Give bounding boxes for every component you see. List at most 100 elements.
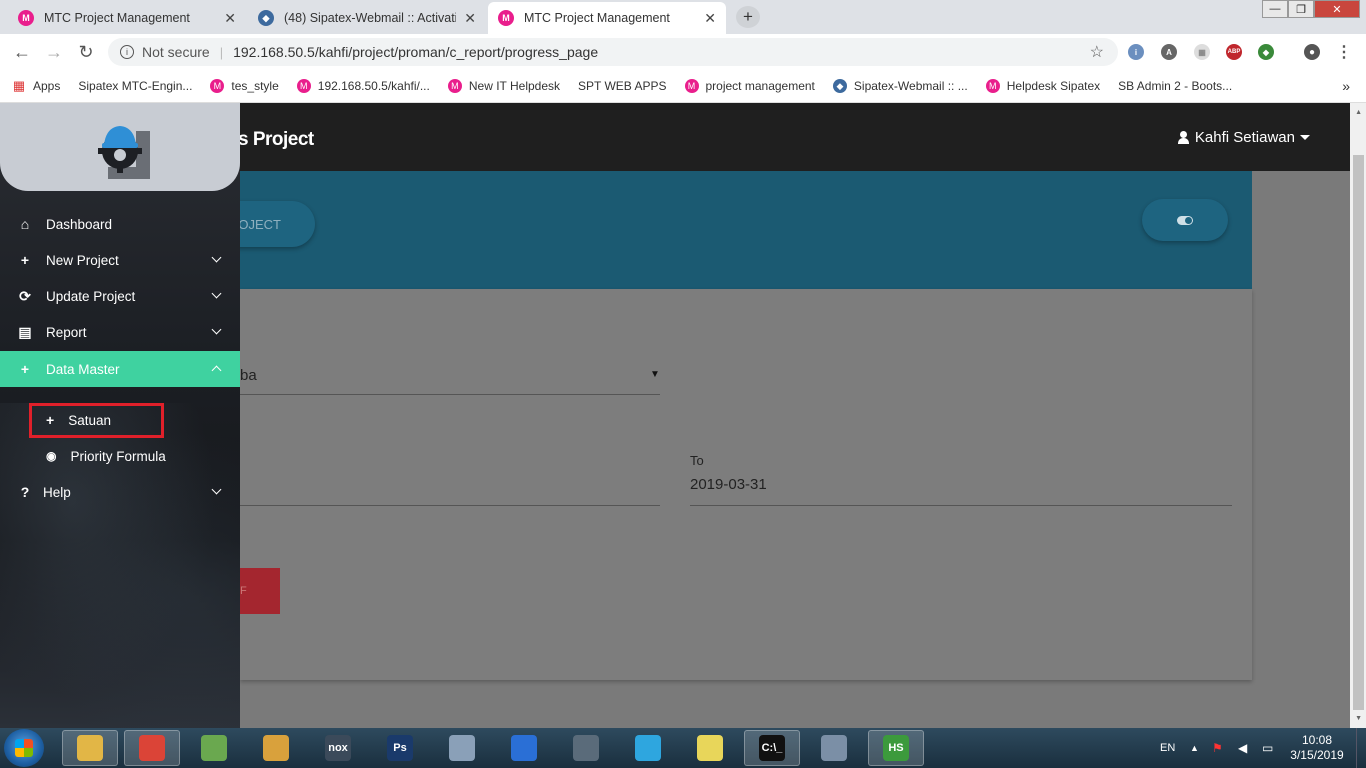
tab-mtc-active[interactable]: M MTC Project Management ✕ — [488, 2, 726, 34]
close-icon[interactable]: ✕ — [704, 10, 716, 27]
sidebar-item-label: Report — [46, 324, 87, 340]
bookmark-label: Helpdesk Sipatex — [1006, 79, 1101, 93]
header-band — [240, 171, 1252, 289]
bookmark-item[interactable]: M New IT Helpdesk — [447, 79, 560, 93]
scroll-thumb[interactable] — [1353, 155, 1364, 710]
clock-date: 3/15/2019 — [1290, 748, 1344, 762]
sidebar-item-new-project[interactable]: + New Project — [0, 242, 240, 278]
taskbar-button[interactable]: nox — [310, 730, 366, 766]
taskbar-button[interactable] — [682, 730, 738, 766]
sidebar-item-data-master[interactable]: + Data Master — [0, 351, 240, 387]
url-text[interactable]: 192.168.50.5/kahfi/project/proman/c_repo… — [233, 44, 598, 60]
bookmark-item[interactable]: M 192.168.50.5/kahfi/... — [296, 79, 430, 93]
chrome-icon — [139, 735, 165, 761]
sidebar-subitem-priority-formula[interactable]: ◉ Priority Formula — [0, 438, 240, 474]
scroll-up-icon[interactable]: ▲ — [1355, 109, 1362, 116]
bookmark-item[interactable]: M Helpdesk Sipatex — [985, 79, 1101, 93]
lock-app-icon — [573, 735, 599, 761]
toggle-pill-button[interactable] — [1142, 199, 1228, 241]
project-select-value[interactable]: ba — [240, 367, 257, 384]
bookmark-label: project management — [705, 79, 815, 93]
taskbar-button[interactable] — [62, 730, 118, 766]
cmd-icon: C:\_ — [759, 735, 785, 761]
menu-kebab-icon[interactable]: ⋮ — [1336, 44, 1352, 61]
file-icon: ▤ — [18, 323, 32, 340]
visual-studio-icon — [511, 735, 537, 761]
back-icon[interactable]: ← — [6, 42, 38, 63]
taskbar-button[interactable] — [806, 730, 862, 766]
taskbar-button[interactable] — [248, 730, 304, 766]
sidebar-item-label: Update Project — [46, 288, 136, 304]
system-clock[interactable]: 10:08 3/15/2019 — [1282, 733, 1352, 763]
sidebar: ⌂ Dashboard + New Project ⟳ Update Proje… — [0, 103, 240, 728]
sidebar-item-help[interactable]: ? Help — [0, 474, 240, 510]
taskbar-button[interactable] — [620, 730, 676, 766]
reload-icon[interactable]: ↻ — [70, 42, 102, 63]
divider: | — [219, 44, 224, 60]
extension-icon[interactable]: ▦ — [1194, 44, 1210, 60]
network-alert-icon[interactable]: ⚑ — [1212, 728, 1223, 768]
bookmark-item[interactable]: Mproject management — [684, 79, 815, 93]
new-tab-button[interactable]: + — [736, 6, 760, 28]
bookmark-apps[interactable]: ▦ Apps — [12, 78, 61, 93]
extension-icon[interactable]: A — [1161, 44, 1177, 60]
sidebar-item-label: Help — [43, 484, 71, 500]
tab-mtc-1[interactable]: M MTC Project Management ✕ — [8, 2, 246, 34]
adblock-icon[interactable]: ABP — [1226, 44, 1242, 60]
address-bar[interactable]: i Not secure | 192.168.50.5/kahfi/projec… — [108, 38, 1118, 66]
chevron-down-icon — [211, 288, 222, 299]
pdf-button[interactable]: F — [240, 568, 280, 614]
tab-webmail[interactable]: ◆ (48) Sipatex-Webmail :: Activation ✕ — [248, 2, 486, 34]
to-date-input[interactable]: 2019-03-31 — [690, 476, 767, 493]
taskbar-button[interactable]: HS — [868, 730, 924, 766]
minimize-button[interactable]: — — [1262, 0, 1288, 18]
taskbar-button[interactable] — [434, 730, 490, 766]
webmail-icon: ◆ — [832, 79, 847, 93]
paint-palette-icon — [821, 735, 847, 761]
taskbar-button[interactable] — [496, 730, 552, 766]
bookmark-item[interactable]: Sipatex MTC-Engin... — [0, 79, 192, 187]
extension-icon[interactable]: i — [1128, 44, 1144, 60]
profile-icon[interactable]: ● — [1304, 44, 1320, 60]
tab-title: MTC Project Management — [44, 11, 190, 25]
tab-title: (48) Sipatex-Webmail :: Activation — [284, 11, 457, 25]
taskbar-button[interactable]: C:\_ — [744, 730, 800, 766]
mtc-icon: M — [18, 10, 34, 26]
close-icon[interactable]: ✕ — [224, 10, 236, 27]
bookmark-item[interactable]: Mtes_style — [210, 79, 279, 93]
action-center-icon[interactable]: ▭ — [1262, 728, 1273, 768]
bookmark-item[interactable]: ◆ Sipatex-Webmail :: ... — [832, 79, 968, 93]
start-button[interactable] — [4, 729, 44, 767]
taskbar-button[interactable]: Ps — [372, 730, 428, 766]
chevron-down-icon — [211, 484, 222, 495]
volume-muted-icon[interactable]: ◀ — [1238, 728, 1247, 768]
sidebar-item-dashboard[interactable]: ⌂ Dashboard — [0, 206, 240, 242]
brand-title[interactable]: s Project — [238, 129, 314, 151]
window-close-button[interactable]: ✕ — [1314, 0, 1360, 18]
sidebar-item-report[interactable]: ▤ Report — [0, 314, 240, 350]
taskbar-button[interactable] — [558, 730, 614, 766]
windows-taskbar: nox Ps C:\_ HS EN ▲ ⚑ ◀ ▭ 10:08 3/15/2019 — [0, 728, 1366, 768]
dropdown-arrow-icon[interactable]: ▼ — [650, 369, 660, 380]
paint-icon — [201, 735, 227, 761]
bookmark-item[interactable]: SPT WEB APPS — [0, 79, 667, 187]
forward-icon[interactable]: → — [38, 42, 70, 63]
maximize-button[interactable]: ❐ — [1288, 0, 1314, 18]
show-desktop-button[interactable] — [1356, 728, 1366, 768]
language-indicator[interactable]: EN — [1160, 728, 1175, 768]
info-icon[interactable]: i — [120, 45, 134, 59]
close-icon[interactable]: ✕ — [464, 10, 476, 27]
more-bookmarks-icon[interactable]: » — [1342, 78, 1350, 94]
bookmark-star-icon[interactable]: ☆ — [1090, 42, 1104, 62]
sidebar-item-update-project[interactable]: ⟳ Update Project — [0, 278, 240, 314]
taskbar-button[interactable] — [186, 730, 242, 766]
bookmark-label: 192.168.50.5/kahfi/... — [317, 79, 430, 93]
extension-icon[interactable]: ◆ — [1258, 44, 1274, 60]
bookmark-item[interactable]: SB Admin 2 - Boots... — [0, 79, 1232, 187]
hs-app-icon: HS — [883, 735, 909, 761]
taskbar-button[interactable] — [124, 730, 180, 766]
page-scrollbar[interactable]: ▲ ▼ — [1350, 103, 1366, 728]
user-dropdown[interactable]: Kahfi Setiawan — [1177, 129, 1310, 146]
tray-expand-icon[interactable]: ▲ — [1190, 728, 1199, 768]
scroll-down-icon[interactable]: ▼ — [1355, 715, 1362, 722]
